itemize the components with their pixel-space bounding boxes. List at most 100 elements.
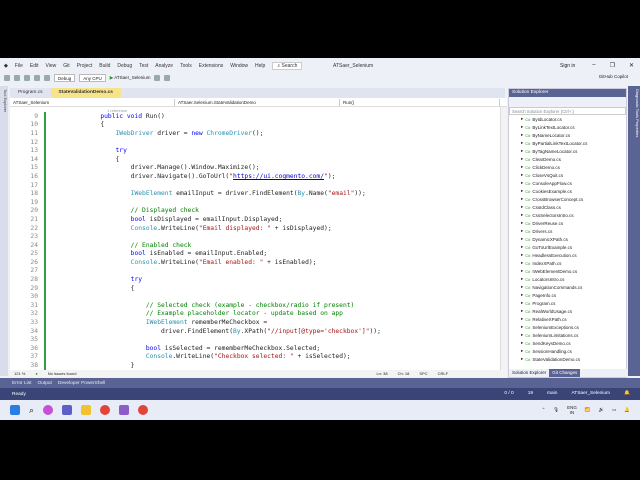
code-line[interactable]: 22 Console.WriteLine("Email displayed: "… (10, 223, 381, 233)
solution-item[interactable]: ▸ C# ByLinkTextLocator.cs (509, 123, 626, 131)
notification-bell-icon[interactable]: 🔔 (624, 407, 630, 413)
tab-solution-explorer[interactable]: Solution Explorer (509, 369, 549, 377)
show-hidden-icon[interactable]: ⌃ (542, 407, 546, 413)
solution-item[interactable]: ▸ C# RelativeXPath.cs (509, 315, 626, 323)
expand-icon[interactable]: ▸ (521, 132, 523, 138)
expand-icon[interactable]: ▸ (521, 276, 523, 282)
solution-item[interactable]: ▸ C# ByNameLocator.cs (509, 131, 626, 139)
code-line[interactable]: 17 (10, 180, 381, 190)
code-line[interactable]: 19 (10, 197, 381, 207)
code-line[interactable]: 33 IWebElement rememberMeCheckbox = (10, 318, 381, 327)
debug-icon[interactable] (154, 75, 161, 81)
expand-icon[interactable]: ▸ (521, 292, 523, 298)
whitespace-mode[interactable]: SPC (419, 371, 427, 376)
tab-output[interactable]: Output (37, 381, 51, 386)
solution-item[interactable]: ▸ C# ByIdLocator.cs (509, 115, 626, 123)
expand-icon[interactable]: ▸ (521, 156, 523, 162)
code-line[interactable]: 30 (10, 292, 381, 302)
undo-icon[interactable] (44, 75, 50, 81)
expand-icon[interactable]: ▸ (521, 244, 523, 250)
expand-icon[interactable]: ▸ (521, 228, 523, 234)
code-line[interactable]: 31 // Selected check (example - checkbox… (10, 301, 381, 310)
solution-item[interactable]: ▸ C# NavigationCommands.cs (509, 283, 626, 291)
solution-item[interactable]: ▸ C# PageInfo.cs (509, 291, 626, 299)
expand-icon[interactable]: ▸ (521, 124, 523, 130)
teams-icon[interactable] (62, 405, 73, 415)
solution-item[interactable]: ▸ C# CookiesExample.cs (509, 187, 626, 195)
tab-git-changes[interactable]: Git Changes (549, 369, 581, 377)
zoom-level[interactable]: 121 % (14, 371, 25, 376)
code-line[interactable]: 32 // Example placeholder locator - upda… (10, 309, 381, 319)
code-line[interactable]: 12 (10, 137, 381, 147)
expand-icon[interactable]: ▸ (521, 268, 523, 274)
code-line[interactable]: 13 try (10, 146, 381, 155)
editor-vertical-scrollbar[interactable] (500, 107, 507, 371)
pending-edits[interactable]: 19 (528, 391, 533, 396)
code-line[interactable]: 9 public void Run() (10, 112, 381, 121)
code-line[interactable]: 10 { (10, 120, 381, 130)
expand-icon[interactable]: ▸ (521, 180, 523, 186)
solution-item[interactable]: ▸ C# Drivers.cs (509, 227, 626, 235)
solution-item[interactable]: ▸ C# GoToUrlExample.cs (509, 243, 626, 251)
solution-item[interactable]: ▸ C# IndexXPath.cs (509, 259, 626, 267)
expand-icon[interactable]: ▸ (521, 324, 523, 330)
solution-search-input[interactable]: Search Solution Explorer (Ctrl+;) (509, 107, 626, 115)
copilot-icon[interactable] (43, 405, 54, 415)
tool-explorer-strip[interactable]: Tool Explorer (0, 86, 8, 376)
code-line[interactable]: 15 driver.Manage().Window.Maximize(); (10, 163, 381, 173)
code-line[interactable]: 36 bool isSelected = rememberMeCheckbox.… (10, 344, 381, 353)
back-icon[interactable] (4, 75, 10, 81)
sign-in-button[interactable]: Sign in (560, 63, 575, 69)
menu-extensions[interactable]: Extensions (199, 63, 223, 69)
menu-project[interactable]: Project (77, 63, 93, 69)
expand-icon[interactable]: ▸ (521, 340, 523, 346)
search-icon[interactable]: ⌕ (29, 405, 34, 416)
solution-item[interactable]: ▸ C# CloseVsQuit.cs (509, 171, 626, 179)
save-icon[interactable] (24, 75, 30, 81)
code-line[interactable]: 24 // Enabled check (10, 240, 381, 250)
line-ending[interactable]: CRLF (438, 371, 448, 376)
microphone-icon[interactable]: 🎙 (553, 407, 559, 413)
solution-item[interactable]: ▸ C# ByTagNameLocator.cs (509, 147, 626, 155)
expand-icon[interactable]: ▸ (521, 212, 523, 218)
expand-icon[interactable]: ▸ (521, 260, 523, 266)
file-explorer-icon[interactable] (81, 405, 92, 415)
solution-item[interactable]: ▸ C# SessionHandling.cs (509, 347, 626, 355)
code-line[interactable]: 26 Console.WriteLine("Email enabled: " +… (10, 258, 381, 267)
notifications-icon[interactable]: 🔔 (624, 391, 630, 396)
solution-item[interactable]: ▸ C# CrossBrowserConcept.cs (509, 195, 626, 203)
member-dropdown[interactable]: Run() (340, 98, 500, 106)
expand-icon[interactable]: ▸ (521, 332, 523, 338)
expand-icon[interactable]: ▸ (521, 356, 523, 362)
repository-name[interactable]: ATSaer_Selenium (571, 391, 610, 396)
menu-debug[interactable]: Debug (117, 63, 132, 69)
solution-item[interactable]: ▸ C# DriverReuse.cs (509, 219, 626, 227)
issues-status[interactable]: No issues found (48, 371, 77, 376)
solution-item[interactable]: ▸ C# CssSelectorsIntro.cs (509, 211, 626, 219)
search-box[interactable]: ⌕ Search (272, 62, 303, 70)
close-icon[interactable]: ✕ (629, 62, 634, 69)
expand-icon[interactable]: ▸ (521, 220, 523, 226)
solution-item[interactable]: ▸ C# SeleniumLimitations.cs (509, 331, 626, 339)
expand-icon[interactable]: ▸ (521, 196, 523, 202)
wifi-icon[interactable]: 📶 (585, 407, 591, 413)
solution-item[interactable]: ▸ C# ConsoleAppFlow.cs (509, 179, 626, 187)
expand-icon[interactable]: ▸ (521, 300, 523, 306)
code-line[interactable]: 35 (10, 335, 381, 345)
expand-icon[interactable]: ▸ (521, 148, 523, 154)
language-indicator[interactable]: ENG IN (567, 405, 577, 415)
code-line[interactable]: 14 { (10, 154, 381, 164)
config-select[interactable]: Debug (54, 74, 76, 82)
new-item-icon[interactable] (14, 75, 20, 81)
code-line[interactable]: 37 Console.WriteLine("Checkbox selected:… (10, 352, 381, 362)
volume-icon[interactable]: 🔊 (599, 407, 605, 413)
expand-icon[interactable]: ▸ (521, 316, 523, 322)
solution-item[interactable]: ▸ C# ClearDemo.cs (509, 155, 626, 163)
git-branch[interactable]: main (547, 391, 557, 396)
expand-icon[interactable]: ▸ (521, 204, 523, 210)
solution-item[interactable]: ▸ C# SendKeysDemo.cs (509, 339, 626, 347)
expand-icon[interactable]: ▸ (521, 236, 523, 242)
code-line[interactable]: 28 try (10, 275, 381, 284)
expand-icon[interactable]: ▸ (521, 348, 523, 354)
expand-icon[interactable]: ▸ (521, 116, 523, 122)
